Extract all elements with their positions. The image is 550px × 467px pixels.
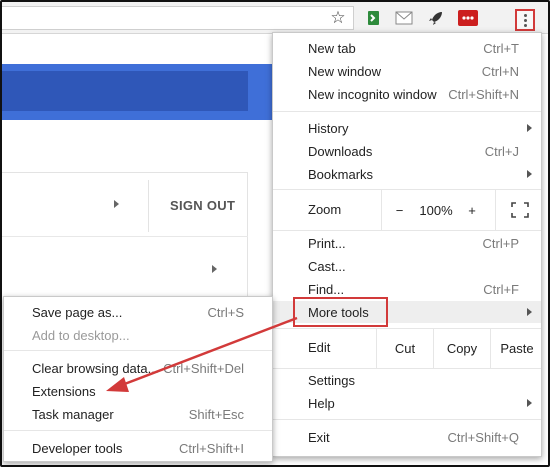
- shortcut-label: Ctrl+Shift+Del: [163, 360, 244, 376]
- menu-item-label: Settings: [308, 372, 355, 388]
- star-icon[interactable]: ☆: [328, 8, 348, 28]
- menu-item-exit[interactable]: Exit Ctrl+Shift+Q: [273, 426, 541, 448]
- extension-icon[interactable]: [364, 8, 384, 28]
- menu-item-settings[interactable]: Settings: [273, 369, 541, 391]
- menu-separator: [4, 430, 272, 431]
- browser-toolbar: ☆: [2, 2, 548, 34]
- shortcut-label: Ctrl+P: [482, 235, 519, 251]
- card-divider: [148, 180, 149, 232]
- zoom-level: 100%: [417, 190, 455, 230]
- shortcut-label: Ctrl+F: [483, 281, 519, 297]
- submenu-arrow-icon: [527, 124, 532, 132]
- menu-item-label: Exit: [308, 429, 330, 445]
- edit-label: Edit: [308, 340, 331, 355]
- menu-item-history[interactable]: History: [273, 117, 541, 139]
- copy-button[interactable]: Copy: [433, 328, 490, 368]
- menu-item-downloads[interactable]: Downloads Ctrl+J: [273, 140, 541, 162]
- chevron-right-icon[interactable]: [114, 200, 119, 208]
- menu-item-clear-browsing-data[interactable]: Clear browsing data... Ctrl+Shift+Del: [4, 357, 272, 379]
- shortcut-label: Ctrl+N: [481, 63, 519, 79]
- menu-item-label: Downloads: [308, 143, 373, 159]
- mail-icon[interactable]: [394, 8, 414, 28]
- zoom-out-button[interactable]: −: [381, 190, 417, 230]
- menu-item-label: Print...: [308, 235, 346, 251]
- menu-item-new-incognito[interactable]: New incognito window Ctrl+Shift+N: [273, 83, 541, 105]
- more-tools-submenu: Save page as... Ctrl+S Add to desktop...…: [3, 296, 273, 462]
- submenu-arrow-icon: [527, 399, 532, 407]
- chevron-right-icon[interactable]: [212, 265, 217, 273]
- shortcut-label: Ctrl+T: [483, 40, 519, 56]
- menu-item-new-tab[interactable]: New tab Ctrl+T: [273, 37, 541, 59]
- plus-icon: +: [468, 202, 476, 218]
- shortcut-label: Ctrl+Shift+I: [178, 440, 244, 456]
- zoom-value: 100%: [419, 202, 453, 218]
- menu-item-label: New incognito window: [308, 86, 437, 102]
- menu-item-label: Find...: [308, 281, 345, 297]
- cut-button[interactable]: Cut: [376, 328, 433, 368]
- submenu-arrow-icon: [527, 170, 532, 178]
- submenu-arrow-icon: [527, 308, 532, 316]
- sign-out-button[interactable]: SIGN OUT: [170, 198, 235, 213]
- copy-label: Copy: [446, 340, 478, 356]
- menu-separator: [273, 111, 541, 112]
- shortcut-label: Ctrl+J: [484, 143, 519, 159]
- more-tools-highlight: [293, 297, 388, 327]
- account-card: [2, 172, 248, 308]
- menu-separator: [273, 419, 541, 420]
- zoom-in-button[interactable]: +: [455, 190, 489, 230]
- menu-item-add-to-desktop: Add to desktop...: [4, 324, 272, 346]
- menu-item-save-page[interactable]: Save page as... Ctrl+S: [4, 301, 272, 323]
- menu-item-label: Developer tools: [32, 440, 123, 456]
- cut-label: Cut: [394, 340, 416, 356]
- address-bar[interactable]: [2, 6, 354, 30]
- menu-item-label: Clear browsing data...: [32, 360, 159, 376]
- minus-icon: −: [395, 202, 404, 218]
- menu-item-developer-tools[interactable]: Developer tools Ctrl+Shift+I: [4, 437, 272, 459]
- card-divider: [2, 236, 248, 237]
- menu-item-label: Cast...: [308, 258, 346, 274]
- paste-button[interactable]: Paste: [490, 328, 543, 368]
- rocket-icon[interactable]: [426, 8, 446, 28]
- chrome-main-menu: New tab Ctrl+T New window Ctrl+N New inc…: [272, 32, 542, 457]
- menu-item-bookmarks[interactable]: Bookmarks: [273, 163, 541, 185]
- zoom-row: Zoom − 100% +: [273, 190, 541, 230]
- fullscreen-icon: [510, 202, 529, 218]
- menu-item-label: Task manager: [32, 406, 114, 422]
- menu-separator: [4, 350, 272, 351]
- page-search-box[interactable]: [2, 71, 248, 111]
- menu-item-help[interactable]: Help: [273, 392, 541, 414]
- menu-item-label: New window: [308, 63, 381, 79]
- menu-item-label: History: [308, 120, 349, 136]
- edit-row: Edit Cut Copy Paste: [273, 328, 541, 368]
- menu-item-label: Extensions: [32, 383, 96, 399]
- menu-item-print[interactable]: Print... Ctrl+P: [273, 232, 541, 254]
- menu-item-new-window[interactable]: New window Ctrl+N: [273, 60, 541, 82]
- lastpass-icon[interactable]: [458, 8, 478, 28]
- menu-item-label: Bookmarks: [308, 166, 374, 182]
- fullscreen-button[interactable]: [495, 190, 543, 230]
- menu-separator: [273, 230, 541, 231]
- menu-item-extensions[interactable]: Extensions: [4, 380, 272, 402]
- menu-item-label: Save page as...: [32, 304, 123, 320]
- zoom-label: Zoom: [308, 202, 342, 217]
- shortcut-label: Ctrl+S: [207, 304, 244, 320]
- shortcut-label: Shift+Esc: [188, 406, 244, 422]
- menu-item-label: Help: [308, 395, 335, 411]
- menu-item-task-manager[interactable]: Task manager Shift+Esc: [4, 403, 272, 425]
- menu-kebab-icon[interactable]: [515, 9, 535, 31]
- paste-label: Paste: [500, 340, 534, 356]
- menu-item-cast[interactable]: Cast...: [273, 255, 541, 277]
- menu-item-label: Add to desktop...: [32, 327, 130, 343]
- menu-item-label: New tab: [308, 40, 356, 56]
- shortcut-label: Ctrl+Shift+N: [448, 86, 519, 102]
- shortcut-label: Ctrl+Shift+Q: [447, 429, 519, 445]
